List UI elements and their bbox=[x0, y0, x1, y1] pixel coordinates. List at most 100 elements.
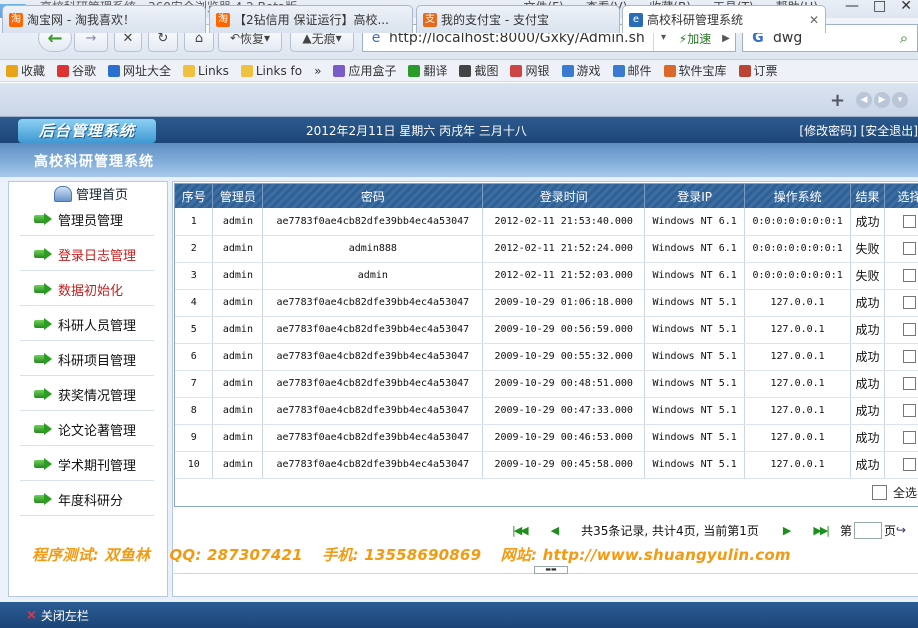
chevron-down-icon: ▾ bbox=[264, 31, 271, 45]
change-password-link[interactable]: [修改密码] bbox=[799, 124, 856, 138]
bookmark-item[interactable]: 网址大全 bbox=[102, 62, 177, 79]
bookmark-item[interactable]: 软件宝库 bbox=[658, 62, 733, 79]
close-tab-icon[interactable]: ✕ bbox=[809, 13, 819, 27]
header-links: [修改密码] [安全退出] bbox=[799, 122, 918, 139]
row-checkbox[interactable] bbox=[903, 404, 916, 417]
sidebar-item[interactable]: 论文论著管理 bbox=[20, 413, 154, 446]
bookmark-item[interactable]: 收藏 bbox=[0, 62, 51, 79]
row-checkbox[interactable] bbox=[903, 458, 916, 471]
cell-login-ip: Windows NT 6.1 bbox=[644, 235, 746, 263]
next-page-icon[interactable]: ▶ bbox=[783, 524, 792, 537]
prev-page-icon[interactable]: ◀ bbox=[551, 524, 560, 537]
first-page-icon[interactable]: |◀◀ bbox=[512, 524, 529, 537]
close-left-panel[interactable]: × 关闭左栏 bbox=[26, 607, 89, 624]
bookmarks-bar: 收藏 谷歌 网址大全 Links Links fo » 应用盒子 翻译 截图 网银 游戏 邮件 软件宝库… bbox=[0, 60, 918, 82]
col-header-login-ip[interactable]: 登录IP bbox=[644, 184, 746, 208]
col-header-result[interactable]: 结果 bbox=[850, 184, 886, 208]
col-header-no[interactable]: 序号 bbox=[175, 184, 214, 208]
tab-prev-icon[interactable]: ◀ bbox=[856, 92, 872, 108]
undo-icon: ↶ bbox=[229, 31, 240, 45]
bookmark-item[interactable]: 翻译 bbox=[402, 62, 453, 79]
bookmark-item[interactable]: » bbox=[308, 64, 327, 78]
cell-login-time: 2012-02-11 21:52:24.000 bbox=[482, 235, 646, 263]
bookmark-item[interactable]: 游戏 bbox=[556, 62, 607, 79]
cell-login-time: 2009-10-29 00:48:51.000 bbox=[482, 370, 646, 398]
select-all-checkbox[interactable] bbox=[872, 485, 887, 500]
bookmark-item[interactable]: 订票 bbox=[733, 62, 784, 79]
cell-select bbox=[884, 235, 918, 263]
sidebar-item[interactable]: 管理员管理 bbox=[20, 203, 154, 236]
tab-alipay[interactable]: 支 我的支付宝 - 支付宝 bbox=[416, 5, 620, 33]
credit-site[interactable]: 网站: http://www.shuangyulin.com bbox=[501, 546, 791, 564]
bookmark-label: 软件宝库 bbox=[678, 64, 727, 78]
page-number-input[interactable] bbox=[854, 521, 883, 539]
tab-taobao-item[interactable]: 淘 【2钻信用 保证运行】高校... bbox=[209, 5, 413, 33]
row-checkbox[interactable] bbox=[903, 214, 916, 228]
bookmark-item[interactable]: 网银 bbox=[504, 62, 555, 79]
sidebar-item-label: 论文论著管理 bbox=[58, 423, 137, 439]
bookmark-item[interactable]: 谷歌 bbox=[51, 62, 102, 79]
credit-phone: 手机: 13558690869 bbox=[322, 546, 482, 564]
sidebar-item-label: 年度科研分 bbox=[58, 493, 124, 509]
cell-admin: admin bbox=[212, 370, 264, 398]
maximize-icon[interactable]: □ bbox=[873, 0, 886, 14]
row-checkbox[interactable] bbox=[903, 377, 916, 390]
cell-login-ip: Windows NT 6.1 bbox=[644, 208, 746, 236]
col-header-admin[interactable]: 管理员 bbox=[212, 184, 264, 208]
col-header-password[interactable]: 密码 bbox=[262, 184, 484, 208]
close-window-icon[interactable]: ✕ bbox=[900, 0, 912, 14]
sidebar-item[interactable]: 科研项目管理 bbox=[20, 343, 154, 376]
row-checkbox[interactable] bbox=[903, 296, 916, 309]
go-icon[interactable]: ▶ bbox=[717, 33, 735, 44]
pager-summary: 共35条记录, 共计4页, 当前第1页 bbox=[581, 523, 759, 538]
tab-taobao[interactable]: 淘 淘宝网 - 淘我喜欢！ bbox=[2, 5, 206, 33]
search-icon[interactable]: ⌕ bbox=[891, 29, 917, 47]
go-page-icon[interactable]: ↪ bbox=[896, 523, 906, 537]
mini-tab-handle[interactable]: ▬▬ bbox=[534, 566, 568, 574]
col-header-login-time[interactable]: 登录时间 bbox=[482, 184, 646, 208]
last-page-icon[interactable]: ▶▶| bbox=[813, 524, 830, 537]
table-row: 1 admin ae7783f0ae4cb82dfe39bb4ec4a53047 20… bbox=[175, 208, 918, 236]
alipay-icon: 支 bbox=[423, 12, 437, 27]
logout-link[interactable]: [安全退出] bbox=[861, 124, 918, 138]
row-checkbox[interactable] bbox=[903, 242, 916, 255]
sidebar-item[interactable]: 获奖情况管理 bbox=[20, 378, 154, 411]
sidebar-item[interactable]: 登录日志管理 bbox=[20, 238, 154, 271]
tab-list-icon[interactable]: ▾ bbox=[892, 92, 908, 108]
bookmark-item[interactable]: 邮件 bbox=[607, 62, 658, 79]
sidebar-item[interactable]: 年度科研分 bbox=[20, 483, 154, 516]
cell-password: ae7783f0ae4cb82dfe39bb4ec4a53047 bbox=[262, 343, 484, 371]
sidebar-item[interactable]: 学术期刊管理 bbox=[20, 448, 154, 481]
tab-next-icon[interactable]: ▶ bbox=[874, 92, 890, 108]
green-arrow-icon bbox=[34, 458, 52, 470]
cell-no: 6 bbox=[175, 343, 214, 371]
row-checkbox[interactable] bbox=[903, 431, 916, 444]
cell-no: 2 bbox=[175, 235, 214, 263]
bookmark-item[interactable]: Links bbox=[177, 64, 235, 78]
new-tab-button[interactable]: + bbox=[830, 90, 845, 111]
cell-select bbox=[884, 289, 918, 317]
cell-select bbox=[884, 424, 918, 452]
sidebar-item[interactable]: 数据初始化 bbox=[20, 273, 154, 306]
bookmark-item[interactable]: Links fo bbox=[235, 64, 308, 78]
cell-no: 9 bbox=[175, 424, 214, 452]
row-checkbox[interactable] bbox=[903, 269, 916, 282]
select-all[interactable]: 全选 bbox=[872, 484, 917, 501]
sidebar-home[interactable]: 管理首页 bbox=[54, 184, 128, 203]
cell-result: 失败 bbox=[850, 235, 886, 263]
bookmark-item[interactable]: 截图 bbox=[453, 62, 504, 79]
chevron-down-icon: ▾ bbox=[335, 31, 342, 45]
cell-result: 成功 bbox=[850, 370, 886, 398]
row-checkbox[interactable] bbox=[903, 323, 916, 336]
col-header-select[interactable]: 选择 bbox=[884, 184, 918, 208]
tab-admin-system[interactable]: e 高校科研管理系统 ✕ bbox=[622, 5, 826, 33]
tab-label: 【2钻信用 保证运行】高校... bbox=[234, 13, 389, 27]
row-checkbox[interactable] bbox=[903, 350, 916, 363]
minimize-icon[interactable]: — bbox=[845, 0, 859, 14]
bookmark-item[interactable]: 应用盒子 bbox=[327, 62, 402, 79]
col-header-os[interactable]: 操作系统 bbox=[744, 184, 852, 208]
cell-password: ae7783f0ae4cb82dfe39bb4ec4a53047 bbox=[262, 424, 484, 452]
cell-admin: admin bbox=[212, 289, 264, 317]
sidebar-item[interactable]: 科研人员管理 bbox=[20, 308, 154, 341]
cell-os: 127.0.0.1 bbox=[744, 370, 852, 398]
